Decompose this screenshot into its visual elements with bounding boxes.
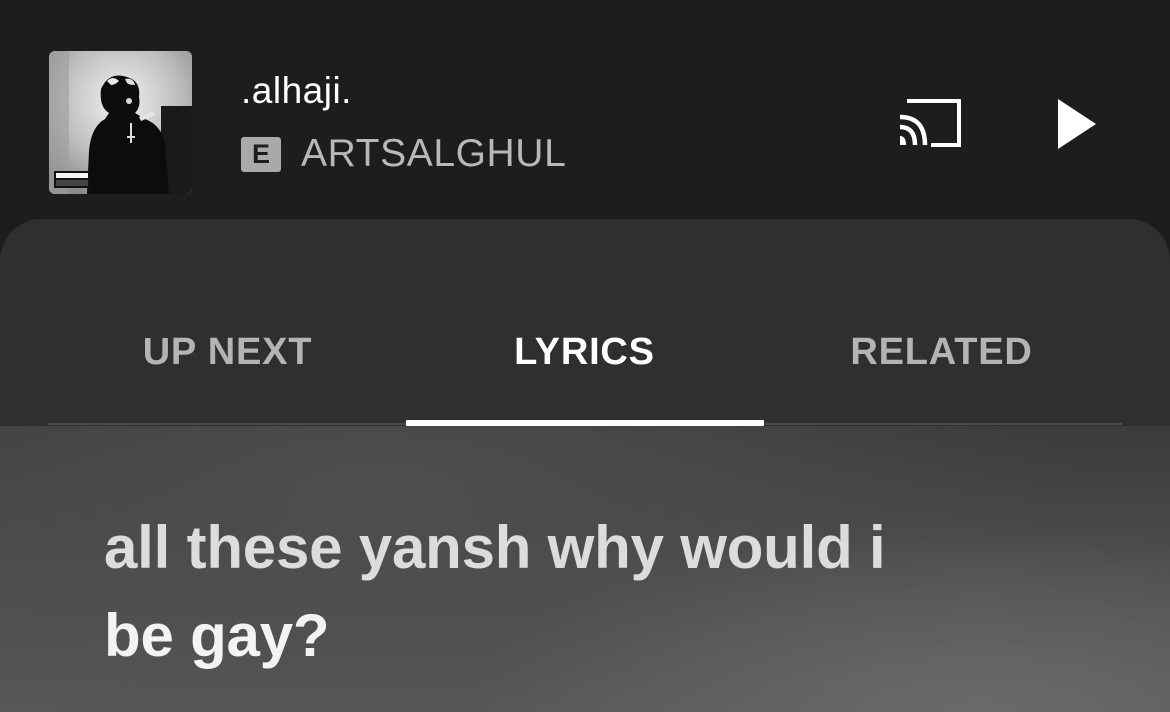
lyrics-panel[interactable]: all these yansh why would i be gay? bbox=[0, 426, 1170, 712]
current-lyric-line: all these yansh why would i be gay? bbox=[104, 504, 1064, 680]
album-cover-image bbox=[49, 51, 192, 194]
artist-name[interactable]: ARTSALGHUL bbox=[301, 132, 566, 176]
cast-icon bbox=[899, 99, 961, 147]
album-art[interactable] bbox=[49, 51, 192, 194]
explicit-badge: E bbox=[241, 137, 281, 172]
lyric-line-2: be gay? bbox=[104, 602, 330, 669]
tab-lyrics[interactable]: LYRICS bbox=[406, 331, 763, 381]
now-playing-sheet: UP NEXT LYRICS RELATED all these yansh w… bbox=[0, 219, 1170, 712]
play-icon bbox=[1058, 99, 1096, 149]
music-player-screen: .alhaji. E ARTSALGHUL UP NEXT LYRICS REL… bbox=[0, 0, 1170, 712]
play-button[interactable] bbox=[1052, 95, 1102, 153]
tab-bar: UP NEXT LYRICS RELATED bbox=[0, 219, 1170, 426]
active-tab-indicator bbox=[406, 420, 764, 426]
mini-player[interactable]: .alhaji. E ARTSALGHUL bbox=[0, 0, 1170, 220]
tab-related[interactable]: RELATED bbox=[763, 331, 1120, 381]
cast-button[interactable] bbox=[895, 95, 965, 153]
lyric-line-1: all these yansh why would i bbox=[104, 514, 886, 581]
tab-up-next[interactable]: UP NEXT bbox=[49, 331, 406, 381]
track-title[interactable]: .alhaji. bbox=[241, 70, 352, 112]
